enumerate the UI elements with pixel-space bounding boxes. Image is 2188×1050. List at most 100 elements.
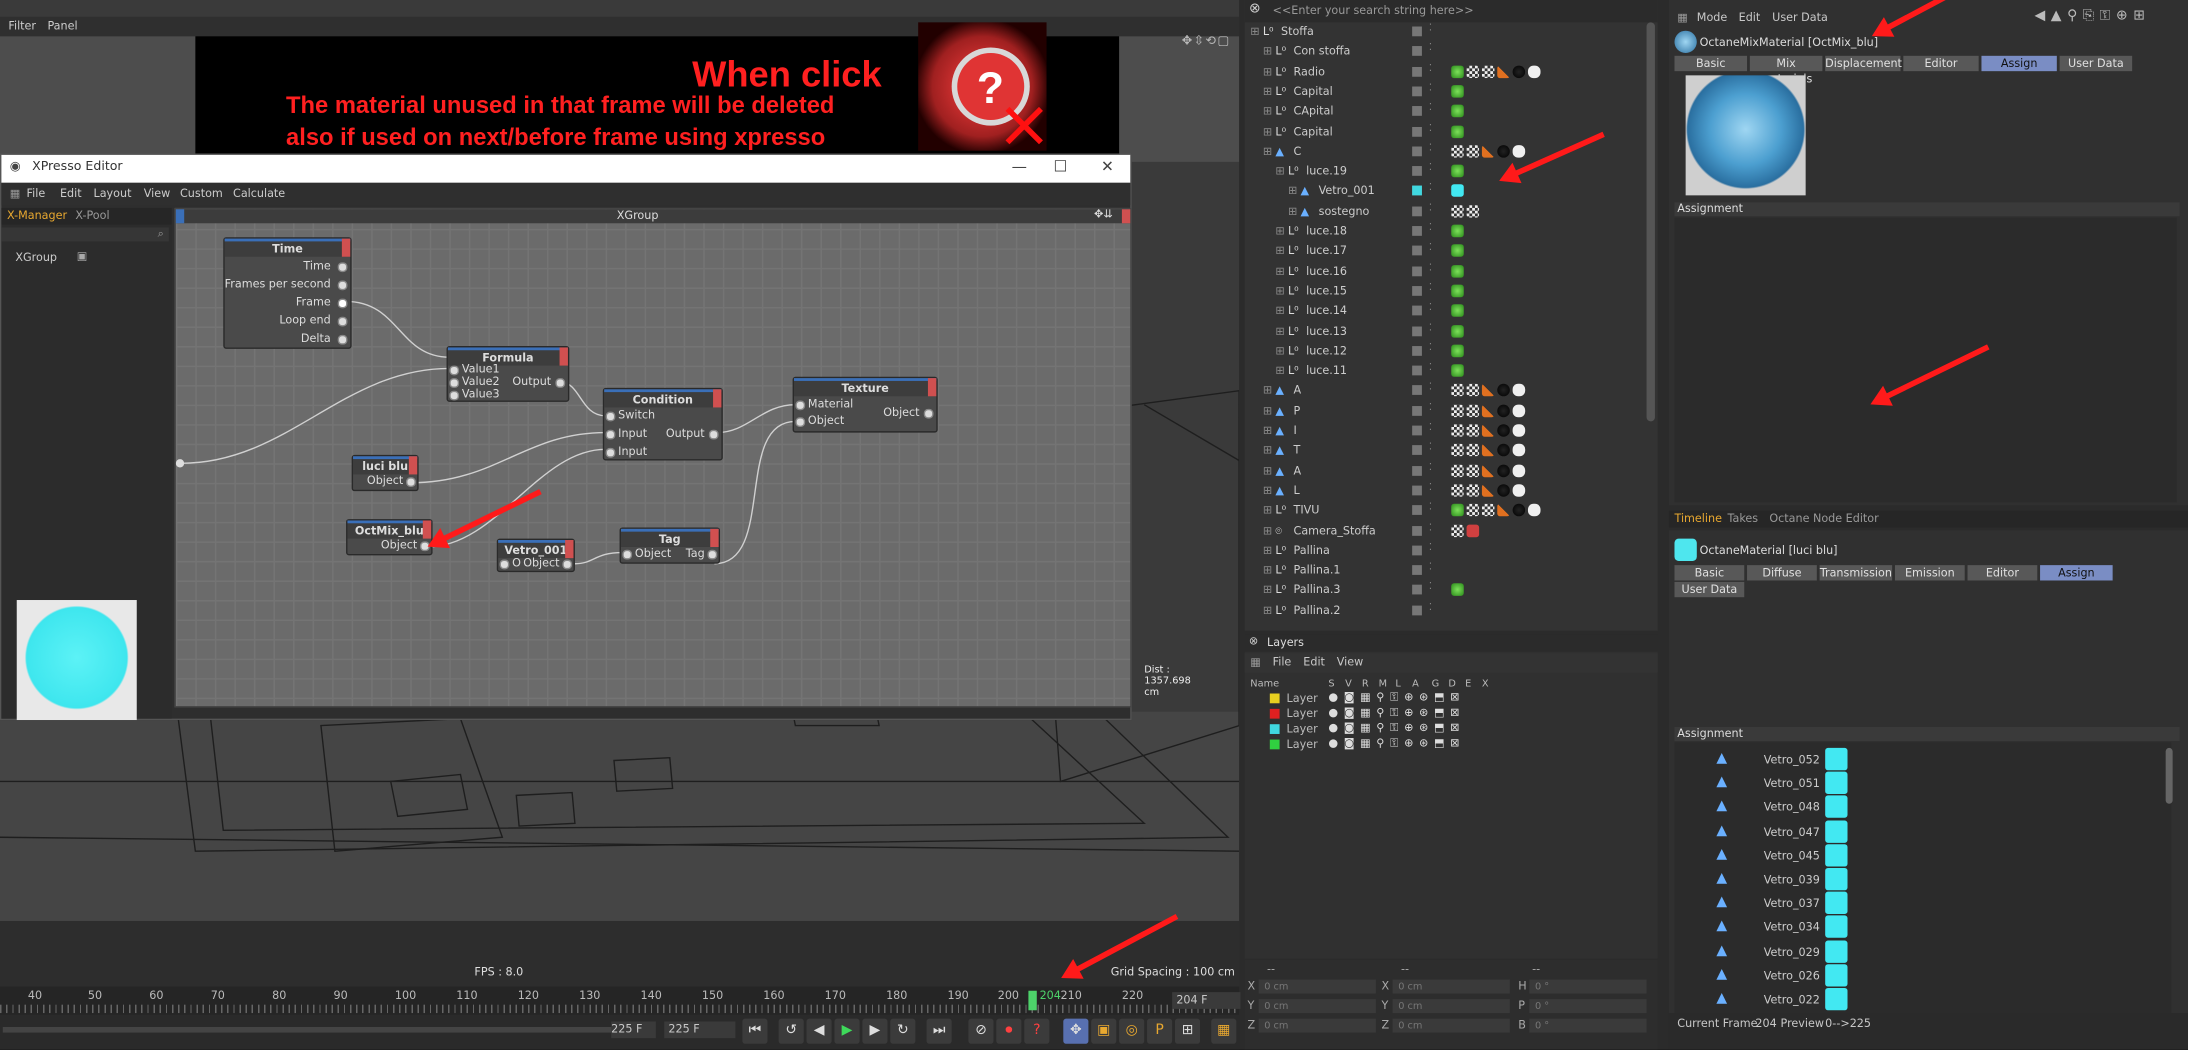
end-frame-field[interactable]: 225 F <box>611 1021 656 1039</box>
menu-user-data[interactable]: User Data <box>1772 11 1828 24</box>
material-tag-icon[interactable] <box>1825 963 1848 987</box>
tag-icon[interactable] <box>1451 404 1464 417</box>
material-tag-icon[interactable] <box>1825 747 1848 771</box>
tab-timeline[interactable]: Timeline <box>1674 512 1721 525</box>
visibility-dots-icon[interactable]: ⁚ <box>1429 222 1432 233</box>
menu-view[interactable]: View <box>1337 656 1363 669</box>
go-to-end-icon[interactable]: ⏭ <box>926 1018 952 1044</box>
om-row-16[interactable]: ⊞ L⁰ luce.12 ⁚ <box>1245 342 1644 362</box>
tab-emission[interactable]: Emission <box>1894 565 1965 581</box>
visibility-toggle[interactable] <box>1412 26 1422 37</box>
layer-color-swatch[interactable] <box>1269 739 1280 750</box>
port-dot[interactable] <box>795 400 806 411</box>
node-texture[interactable]: Texture Material Object Object <box>792 376 938 433</box>
om-row-3[interactable]: ⊞ L⁰ Capital ⁚ <box>1245 82 1644 102</box>
tag-icon[interactable] <box>1512 384 1526 397</box>
tag-icon[interactable] <box>1466 384 1480 397</box>
material-tag-icon[interactable] <box>1825 819 1848 843</box>
help-question-icon[interactable]: ? <box>1024 1018 1050 1044</box>
menu-edit[interactable]: Edit <box>1303 656 1325 669</box>
menu-edit[interactable]: Edit <box>60 187 82 200</box>
visibility-dots-icon[interactable]: ⁚ <box>1429 262 1432 273</box>
tag-icon[interactable] <box>1497 404 1510 417</box>
layer-toggle-icons[interactable]: ●◙▦⚲⚿⊕⊛⬒⊠ <box>1328 706 1465 720</box>
param-keys-icon[interactable]: P <box>1147 1018 1173 1044</box>
expand-icon[interactable]: ⊞ <box>1263 145 1272 158</box>
tag-icon[interactable] <box>1451 444 1464 457</box>
maximize-icon[interactable]: ☐ <box>1054 158 1068 176</box>
tag-icon[interactable] <box>1481 464 1495 477</box>
port-dot[interactable] <box>337 316 348 327</box>
assignment-scrollbar[interactable] <box>2165 747 2173 804</box>
port-dot[interactable] <box>337 298 348 309</box>
layer-row[interactable]: Layer ●◙▦⚲⚿⊕⊛⬒⊠ <box>1245 737 1658 752</box>
visibility-toggle[interactable] <box>1412 246 1422 256</box>
tag-icon[interactable] <box>1497 424 1510 437</box>
layer-toggle-icons[interactable]: ●◙▦⚲⚿⊕⊛⬒⊠ <box>1328 737 1465 751</box>
layer-toggle-icons[interactable]: ●◙▦⚲⚿⊕⊛⬒⊠ <box>1328 691 1465 705</box>
expand-icon[interactable]: ⊞ <box>1263 524 1272 537</box>
expand-icon[interactable]: ⊞ <box>1263 444 1272 457</box>
om-search-input[interactable]: <<Enter your search string here>> <box>1273 4 1474 17</box>
visibility-toggle[interactable] <box>1412 465 1422 476</box>
port-dot[interactable] <box>605 411 616 422</box>
assignment-row[interactable]: ▲ Vetro_039 <box>1716 867 2176 892</box>
coord-scale-field[interactable]: 0 cm <box>1392 1018 1510 1033</box>
om-search-bar[interactable]: ⊗ <<Enter your search string here>> <box>1244 0 1658 23</box>
visibility-toggle[interactable] <box>1412 365 1422 376</box>
visibility-toggle[interactable] <box>1412 106 1422 117</box>
om-row-12[interactable]: ⊞ L⁰ luce.16 ⁚ <box>1245 262 1644 282</box>
tag-icon[interactable] <box>1451 324 1464 337</box>
om-row-22[interactable]: ⊞ ▲ A ⁚ <box>1245 461 1644 481</box>
expand-icon[interactable]: ⊞ <box>1263 604 1272 617</box>
visibility-dots-icon[interactable]: ⁚ <box>1429 102 1432 113</box>
tab-diffuse[interactable]: Diffuse <box>1747 565 1817 581</box>
menu-file[interactable]: File <box>27 187 46 200</box>
close-icon[interactable]: ⊗ <box>1249 635 1258 648</box>
tag-icon[interactable] <box>1451 104 1464 118</box>
visibility-dots-icon[interactable]: ⁚ <box>1429 242 1432 253</box>
menu-custom[interactable]: Custom <box>180 187 223 200</box>
expand-icon[interactable]: ⊞ <box>1263 125 1272 138</box>
port-dot[interactable] <box>707 549 718 560</box>
tag-icon[interactable] <box>1451 124 1464 138</box>
layer-row[interactable]: Layer ●◙▦⚲⚿⊕⊛⬒⊠ <box>1245 706 1658 721</box>
visibility-toggle[interactable] <box>1412 126 1422 137</box>
tag-icon[interactable] <box>1512 65 1526 78</box>
assignment-row[interactable]: ▲ Vetro_034 <box>1716 915 2176 940</box>
visibility-toggle[interactable] <box>1412 146 1422 157</box>
close-icon[interactable]: ✕ <box>1101 158 1114 176</box>
expand-icon[interactable]: ⊞ <box>1263 484 1272 497</box>
tag-icon[interactable] <box>1451 344 1464 357</box>
visibility-toggle[interactable] <box>1412 86 1422 97</box>
om-row-8[interactable]: ⊞ ▲ Vetro_001 ⁚ <box>1245 182 1644 202</box>
assignment-row[interactable]: ▲ Vetro_022 <box>1716 987 2176 1012</box>
tab-x-pool[interactable]: X-Pool <box>75 209 109 222</box>
om-row-11[interactable]: ⊞ L⁰ luce.17 ⁚ <box>1245 242 1644 262</box>
port-dot[interactable] <box>708 429 719 440</box>
visibility-toggle[interactable] <box>1412 525 1422 536</box>
visibility-toggle[interactable] <box>1412 66 1422 77</box>
port-dot[interactable] <box>337 280 348 291</box>
expand-icon[interactable]: ⊞ <box>1288 205 1297 218</box>
tag-icon[interactable] <box>1451 204 1464 218</box>
visibility-toggle[interactable] <box>1412 46 1422 57</box>
tag-icon[interactable] <box>1451 284 1464 298</box>
group-input-port[interactable] <box>175 459 185 468</box>
visibility-toggle[interactable] <box>1412 206 1422 216</box>
tag-icon[interactable] <box>1451 523 1464 537</box>
om-row-0[interactable]: ⊞ L⁰ Stoffa ⁚ <box>1245 22 1644 42</box>
tab-basic[interactable]: Basic <box>1674 55 1748 72</box>
tag-icon[interactable] <box>1512 464 1526 477</box>
port-dot[interactable] <box>449 390 460 401</box>
port-dot[interactable] <box>337 262 348 273</box>
coord-scale-field[interactable]: 0 cm <box>1392 979 1510 994</box>
assignment-list[interactable]: ▲ Vetro_052 ▲ Vetro_051 ▲ Vetro_048 ▲ Vetro_047… <box>1674 742 2172 1014</box>
material-tag-icon[interactable] <box>1825 939 1848 963</box>
layer-row[interactable]: Layer ●◙▦⚲⚿⊕⊛⬒⊠ <box>1245 691 1658 706</box>
coord-rotation-field[interactable]: 0 ° <box>1529 979 1647 994</box>
expand-icon[interactable]: ⊞ <box>1275 344 1284 357</box>
expand-icon[interactable]: ⊞ <box>1263 45 1272 58</box>
material-tag-icon[interactable] <box>1825 987 1848 1011</box>
tag-icon[interactable] <box>1451 424 1464 437</box>
